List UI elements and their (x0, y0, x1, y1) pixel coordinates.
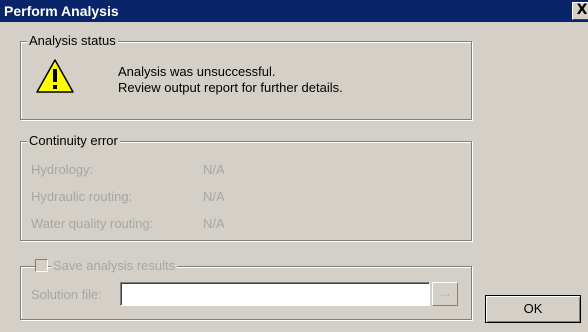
water-quality-routing-label: Water quality routing: (31, 216, 154, 231)
continuity-error-legend: Continuity error (27, 133, 120, 149)
status-detail: Review output report for further details… (118, 80, 343, 95)
hydraulic-routing-label: Hydraulic routing: (31, 189, 133, 204)
continuity-error-group: Continuity error Hydrology: N/A Hydrauli… (20, 133, 472, 241)
save-results-label[interactable]: Save analysis results (51, 258, 178, 274)
browse-button[interactable]: ... (432, 282, 458, 306)
analysis-status-group: Analysis status Analysis was unsuccessfu… (20, 33, 472, 120)
save-results-group: Save analysis results Solution file: ... (20, 258, 472, 320)
title-bar[interactable]: Perform Analysis X (0, 0, 588, 22)
dialog-title: Perform Analysis (4, 3, 119, 19)
hydrology-value: N/A (203, 162, 225, 177)
status-message: Analysis was unsuccessful. (118, 64, 276, 79)
close-button[interactable]: X (572, 2, 588, 20)
perform-analysis-dialog: Perform Analysis X Analysis status Analy… (0, 0, 588, 332)
analysis-status-legend: Analysis status (27, 33, 118, 49)
water-quality-routing-value: N/A (203, 216, 225, 231)
ok-button[interactable]: OK (485, 295, 581, 323)
solution-file-label: Solution file: (31, 287, 102, 302)
hydraulic-routing-value: N/A (203, 189, 225, 204)
solution-file-input[interactable] (120, 282, 430, 306)
save-results-checkbox[interactable] (35, 259, 48, 272)
hydrology-label: Hydrology: (31, 162, 94, 177)
warning-icon (36, 59, 74, 93)
